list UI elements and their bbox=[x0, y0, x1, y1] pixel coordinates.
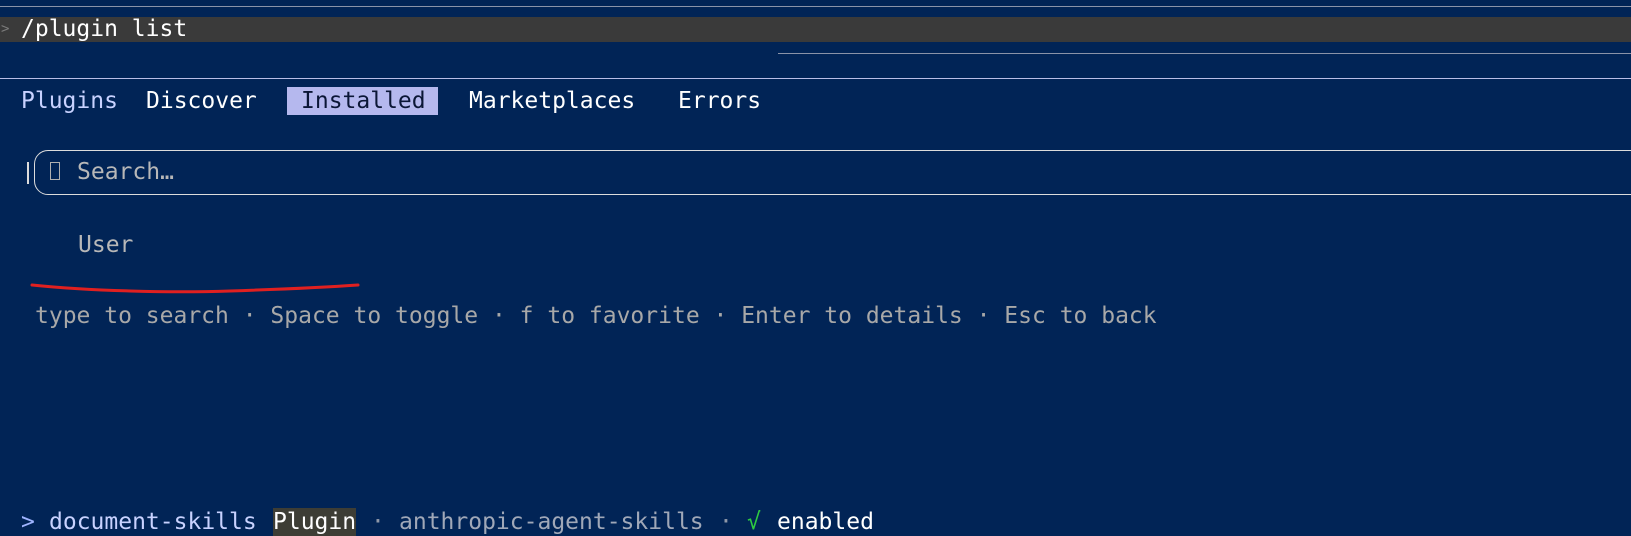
help-text: type to search · Space to toggle · f to … bbox=[35, 303, 1157, 329]
prompt-glyph: > bbox=[1, 21, 10, 37]
tab-discover[interactable]: Discover bbox=[146, 87, 257, 115]
panel-title: Plugins bbox=[21, 88, 118, 114]
search-icon bbox=[50, 162, 60, 180]
marketplace-name: anthropic-agent-skills bbox=[399, 509, 704, 535]
search-input[interactable] bbox=[34, 150, 1631, 195]
annotation-underline bbox=[30, 283, 360, 294]
tab-errors[interactable]: Errors bbox=[678, 87, 761, 115]
tab-marketplaces[interactable]: Marketplaces bbox=[469, 87, 635, 115]
partial-divider bbox=[778, 53, 1631, 54]
top-divider bbox=[0, 6, 1631, 7]
plugin-name: document-skills bbox=[49, 509, 257, 535]
text-cursor bbox=[27, 162, 29, 184]
tab-installed[interactable]: Installed bbox=[287, 87, 438, 115]
command-text: /plugin list bbox=[21, 16, 188, 42]
panel-divider bbox=[0, 78, 1631, 79]
check-icon: √ bbox=[747, 509, 761, 535]
status-text: enabled bbox=[777, 509, 874, 535]
separator-dot: · bbox=[719, 509, 733, 535]
selection-caret: > bbox=[21, 509, 35, 535]
separator-dot: · bbox=[371, 509, 385, 535]
search-placeholder: Search… bbox=[77, 159, 174, 185]
prompt-bar bbox=[0, 17, 1631, 42]
plugin-type-badge: Plugin bbox=[273, 508, 357, 536]
